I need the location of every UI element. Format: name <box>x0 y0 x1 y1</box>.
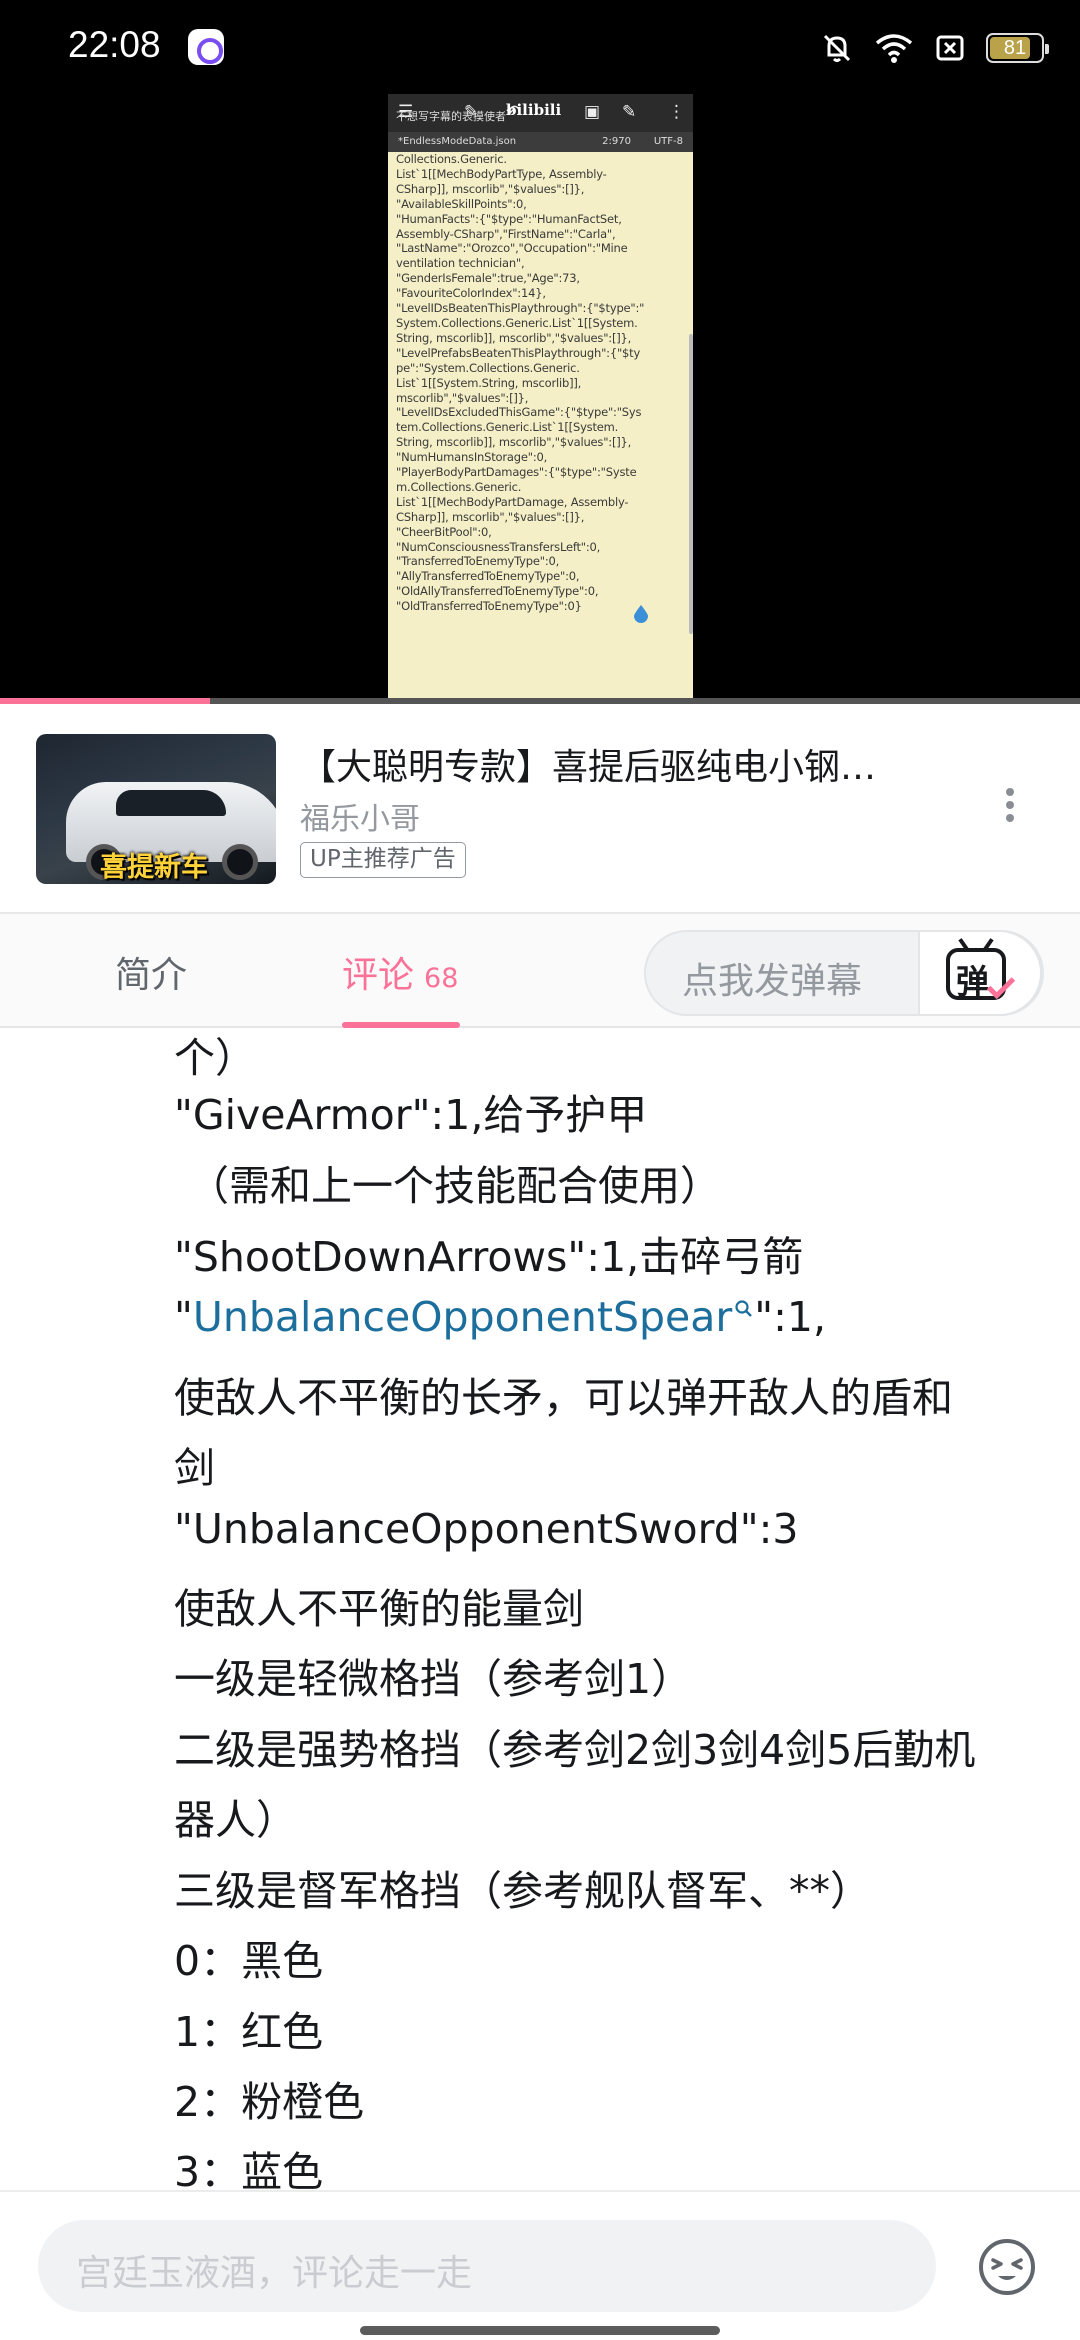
comment-line: 三级是督军格挡（参考舰队督军、**） <box>174 1867 871 1915</box>
ad-author[interactable]: 福乐小哥 <box>300 794 420 838</box>
code-line: List`1[[MechBodyPartDamage, Assembly- <box>396 494 629 509</box>
save-icon: ▣ <box>584 102 601 122</box>
link-suffix-text: ":1, <box>754 1293 827 1341</box>
comment-line: 0：黑色 <box>174 1937 324 1985</box>
danmaku-placeholder: 点我发弹幕 <box>682 961 863 1002</box>
ad-title[interactable]: 【大聪明专款】喜提后驱纯电小钢… <box>300 738 876 790</box>
more-options-icon[interactable] <box>1004 788 1016 828</box>
code-line: CSharp]], mscorlib","$values":[]}, <box>396 181 585 196</box>
comment-line: 器人） <box>174 1796 297 1844</box>
ad-card[interactable]: 喜提新车 【大聪明专款】喜提后驱纯电小钢… 福乐小哥 UP主推荐广告 <box>0 704 1080 912</box>
battery-level: 81 <box>1003 36 1027 59</box>
video-frame: ☰ ✎ ↶ ▣ ✎ ⋮ 不想写字幕的表摸使者 bilibili *Endless… <box>388 94 693 703</box>
reply-bar: 宫廷玉液酒，评论走一走 <box>0 2190 1080 2340</box>
comment-line: 2：粉橙色 <box>174 2078 365 2126</box>
reply-placeholder: 宫廷玉液酒，评论走一走 <box>76 2253 473 2294</box>
code-line: "TransferredToEnemyType":0, <box>396 554 560 569</box>
bilibili-logo: bilibili <box>506 101 562 119</box>
quote-text: " <box>174 1293 193 1341</box>
ad-thumbnail[interactable]: 喜提新车 <box>36 734 276 884</box>
comment-line: 剑 <box>174 1444 215 1492</box>
code-line: List`1[[MechBodyPartType, Assembly- <box>396 166 607 181</box>
ad-thumbnail-label: 喜提新车 <box>100 852 208 883</box>
emoji-icon[interactable] <box>978 2238 1036 2296</box>
code-line: m.Collections.Generic. <box>396 479 522 494</box>
comment-line: 使敌人不平衡的长矛，可以弹开敌人的盾和 <box>174 1374 953 1422</box>
battery-icon: 81 <box>986 33 1049 63</box>
file-name: *EndlessModeData.json <box>398 136 517 147</box>
video-player[interactable]: 22:08 81 ☰ ✎ ↶ ▣ ✎ ⋮ 不想写字幕的表摸使者 bilibili… <box>0 0 1080 704</box>
tab-intro[interactable]: 简介 <box>115 946 187 998</box>
comment-line: 3：蓝色 <box>174 2148 324 2190</box>
wifi-icon <box>875 34 913 63</box>
home-indicator[interactable] <box>360 2326 720 2335</box>
code-line: mscorlib","$values":[]}, <box>396 390 529 405</box>
car-window <box>116 790 226 816</box>
json-code-view: Collections.Generic. List`1[[MechBodyPart… <box>396 152 687 614</box>
comment-line: 一级是轻微格挡（参考剑1） <box>174 1655 693 1703</box>
cursor-position: 2:970 <box>602 136 631 147</box>
code-line: Collections.Generic. <box>396 152 507 166</box>
more-icon: ⋮ <box>668 102 685 122</box>
tab-bar: 简介 评论 68 点我发弹幕 弹 <box>0 912 1080 1028</box>
code-line: tem.Collections.Generic.List`1[[System. <box>396 420 619 435</box>
comment-line: 二级是强势格挡（参考剑2剑3剑4剑5后勤机 <box>174 1726 976 1774</box>
comment-line: 使敌人不平衡的能量剑 <box>174 1585 584 1633</box>
reply-input[interactable]: 宫廷玉液酒，评论走一走 <box>38 2220 936 2312</box>
comment-line: "UnbalanceOpponentSword":3 <box>174 1505 799 1553</box>
comment-line: "ShootDownArrows":1,击碎弓箭 <box>174 1233 804 1281</box>
code-line: "NumConsciousnessTransfersLeft":0, <box>396 539 601 554</box>
ad-badge: UP主推荐广告 <box>300 842 466 878</box>
code-line: CSharp]], mscorlib","$values":[]}, <box>396 509 585 524</box>
code-line: String, mscorlib]], mscorlib","$values":… <box>396 435 632 450</box>
editor-toolbar: ☰ ✎ ↶ ▣ ✎ ⋮ 不想写字幕的表摸使者 bilibili <box>388 94 693 132</box>
code-line: List`1[[System.String, mscorlib]], <box>396 375 582 390</box>
frame-watermark-text: 不想写字幕的表摸使者 <box>396 110 506 123</box>
tab-comments-label: 评论 <box>342 955 415 996</box>
code-line: "AllyTransferredToEnemyType":0, <box>396 569 580 584</box>
code-line: "LevelIDsBeatenThisPlaythrough":{"$type"… <box>396 301 645 316</box>
code-line: "OldAllyTransferredToEnemyType":0, <box>396 584 599 599</box>
code-line: "GenderIsFemale":true,"Age":73, <box>396 271 580 286</box>
code-line: "HumanFacts":{"$type":"HumanFactSet, <box>396 211 622 226</box>
code-line: "PlayerBodyPartDamages":{"$type":"Syste <box>396 465 637 480</box>
app-icon <box>188 29 224 65</box>
tab-comments[interactable]: 评论 68 <box>342 946 458 998</box>
code-line: pe":"System.Collections.Generic. <box>396 360 580 375</box>
danmaku-button-label: 弹 <box>956 962 989 1001</box>
code-line: "AvailableSkillPoints":0, <box>396 196 527 211</box>
danmaku-toggle-button[interactable]: 弹 <box>918 930 1042 1016</box>
code-line: String, mscorlib]], mscorlib","$values":… <box>396 330 632 345</box>
status-time: 22:08 <box>68 24 161 65</box>
comment-line: （需和上一个技能配合使用） <box>188 1162 721 1210</box>
search-icon[interactable] <box>734 1299 754 1319</box>
comment-detail[interactable]: 个） "GiveArmor":1,给予护甲 （需和上一个技能配合使用） "Sho… <box>0 1028 1080 2190</box>
editor-filebar: *EndlessModeData.json 2:970 UTF-8 <box>388 132 693 152</box>
status-bar: 22:08 81 <box>0 0 1080 96</box>
comment-line: 个） <box>174 1034 256 1082</box>
sim-off-icon <box>936 35 964 61</box>
danmaku-input[interactable]: 点我发弹幕 弹 <box>644 930 1044 1016</box>
car-wheel <box>222 844 258 880</box>
silent-bell-icon <box>823 34 851 62</box>
code-line: "LevelIDsExcludedThisGame":{"$type":"Sys <box>396 405 642 420</box>
editor-scrollbar <box>689 334 693 634</box>
code-line: Assembly-CSharp","FirstName":"Carla", <box>396 226 616 241</box>
comment-line: "GiveArmor":1,给予护甲 <box>174 1091 648 1139</box>
code-line: "FavouriteColorIndex":14}, <box>396 286 546 301</box>
file-encoding: UTF-8 <box>653 136 683 147</box>
code-line: "LevelPrefabsBeatenThisPlaythrough":{"$t… <box>396 345 641 360</box>
cursor-handle-icon <box>634 605 648 623</box>
search-link[interactable]: UnbalanceOpponentSpear <box>193 1293 732 1341</box>
code-line: System.Collections.Generic.List`1[[Syste… <box>396 315 638 330</box>
code-line: "NumHumansInStorage":0, <box>396 450 548 465</box>
code-line: "LastName":"Orozco","Occupation":"Mine <box>396 241 628 256</box>
comment-count: 68 <box>424 963 459 994</box>
edit-icon: ✎ <box>622 102 637 122</box>
code-line: "CheerBitPool":0, <box>396 524 492 539</box>
code-line: ventilation technician", <box>396 256 525 271</box>
comment-line: 1：红色 <box>174 2008 324 2056</box>
comment-line-link: "UnbalanceOpponentSpear ":1, <box>174 1293 826 1341</box>
